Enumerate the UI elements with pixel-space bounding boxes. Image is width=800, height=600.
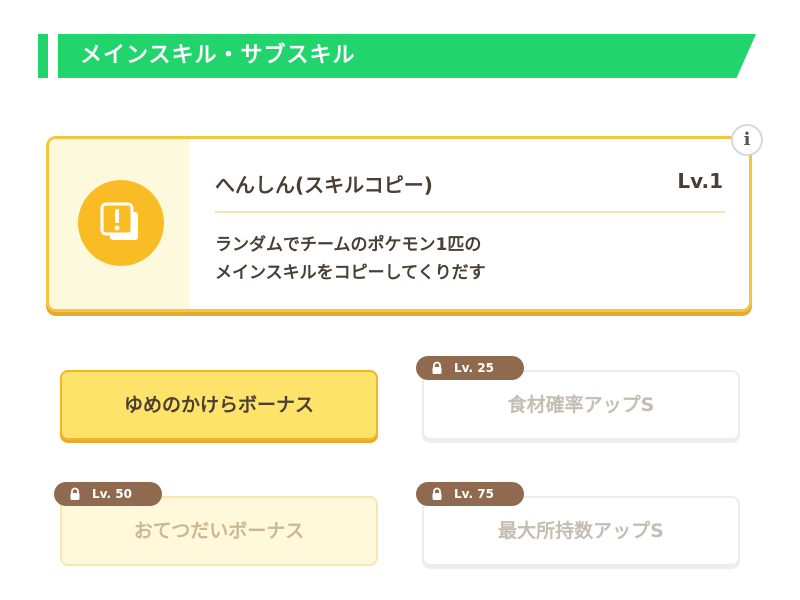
sub-skill-label: 最大所持数アップS [498,520,664,542]
sub-skill-inventory-up[interactable]: 最大所持数アップS [422,496,740,566]
sub-skill-label: おてつだいボーナス [133,520,305,542]
unlock-level-label: Lv. 75 [454,487,494,501]
description-line-2: メインスキルをコピーしてくりだす [215,263,486,283]
lock-icon [432,361,442,374]
lock-icon [432,487,442,500]
header-accent-stripe [38,34,48,78]
main-skill-level: Lv.1 [677,169,723,193]
unlock-level-tag: Lv. 50 [54,482,162,506]
unlock-level-label: Lv. 50 [92,487,132,501]
main-skill-name: へんしん(スキルコピー) [215,173,433,197]
section-title: メインスキル・サブスキル [80,43,356,68]
info-icon[interactable]: i [731,124,763,156]
unlock-level-label: Lv. 25 [454,361,494,375]
unlock-level-tag: Lv. 75 [416,482,524,506]
description-line-1: ランダムでチームのポケモン1匹の [215,235,482,255]
exclamation-cards-icon [78,180,164,266]
unlock-level-tag: Lv. 25 [416,356,524,380]
main-skill-icon-panel [49,139,189,309]
sub-skill-ingredient-finder[interactable]: 食材確率アップS [422,370,740,440]
sub-skill-label: 食材確率アップS [507,394,655,416]
sub-skill-label: ゆめのかけらボーナス [123,394,314,416]
sub-skill-dream-shard-bonus[interactable]: ゆめのかけらボーナス [60,370,378,440]
main-skill-card: へんしん(スキルコピー) Lv.1 ランダムでチームのポケモン1匹の メインスキ… [46,136,752,312]
main-skill-description: ランダムでチームのポケモン1匹の メインスキルをコピーしてくりだす [215,231,486,287]
sub-skill-helping-bonus[interactable]: おてつだいボーナス [60,496,378,566]
card-divider [215,211,725,213]
lock-icon [70,487,80,500]
